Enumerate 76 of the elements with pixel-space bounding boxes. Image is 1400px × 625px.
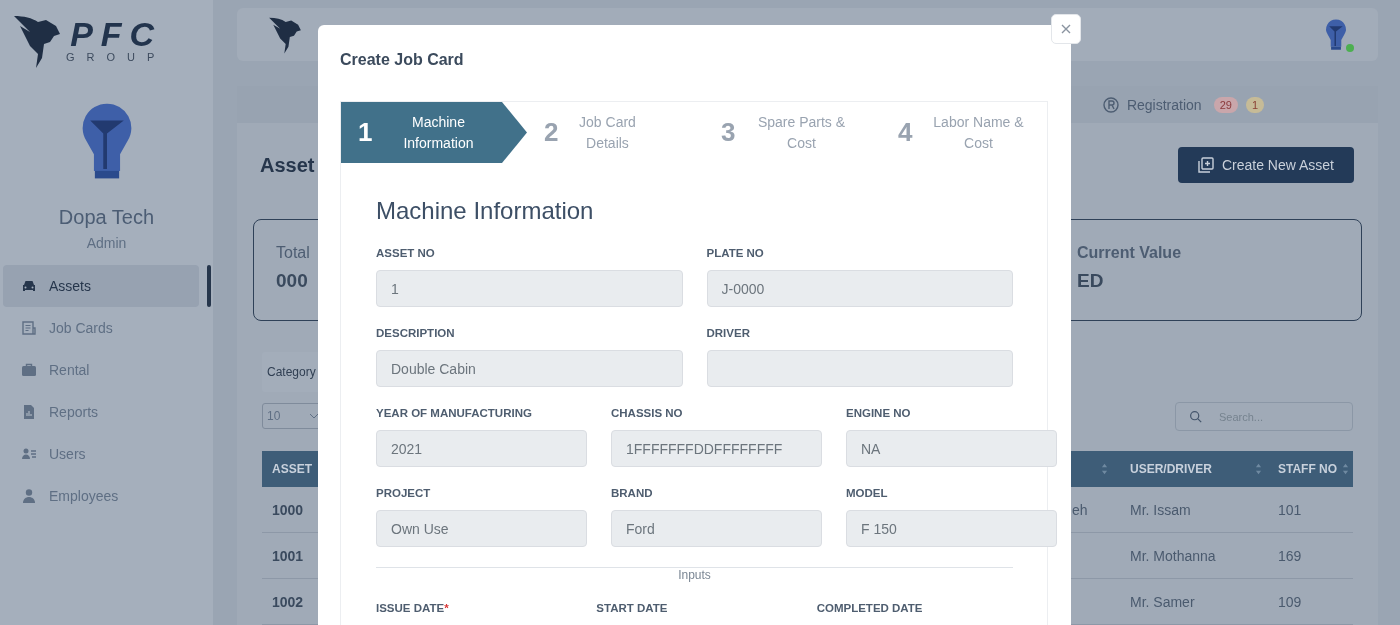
column-header[interactable]: USER/DRIVER <box>1120 462 1268 476</box>
input-field[interactable]: Double Cabin <box>376 350 683 387</box>
add-copy-icon <box>1197 157 1214 173</box>
count-badge: 1 <box>1245 96 1264 113</box>
input-field[interactable]: NA <box>846 430 1057 467</box>
bulb-logo-icon <box>1324 17 1348 52</box>
field-label: PLATE NO <box>706 247 765 259</box>
table-cell-text: Mr. Mothanna <box>1129 547 1217 564</box>
sort-icon[interactable] <box>1342 463 1349 475</box>
field-label: YEAR OF MANUFACTURING <box>376 407 533 419</box>
person-icon <box>21 488 37 504</box>
document-icon <box>21 320 37 336</box>
field-label: BRAND <box>611 487 654 499</box>
field-label: COMPLETED DATE <box>816 602 924 614</box>
wizard-step[interactable]: 4 Labor Name & Cost <box>881 102 1047 163</box>
stat-label: Current Value <box>1077 244 1183 262</box>
table-cell-text: 1000 <box>271 501 304 518</box>
logo-wordmark: PFC <box>70 18 163 50</box>
wizard-step[interactable]: 3 Spare Parts & Cost <box>704 102 881 163</box>
sidebar-item[interactable]: Employees <box>3 475 199 517</box>
registered-icon <box>1102 96 1119 113</box>
sidebar-item[interactable]: Rental <box>3 349 199 391</box>
input-field[interactable]: 1FFFFFFFDDFFFFFFFF <box>611 430 822 467</box>
table-cell-text: 169 <box>1277 547 1303 564</box>
field-label: DESCRIPTION <box>376 327 456 339</box>
page-title: Asset <box>260 153 315 177</box>
field-label: PROJECT <box>376 487 432 499</box>
divider-label: Inputs <box>678 568 711 582</box>
column-header[interactable]: ASSET <box>262 462 312 476</box>
stat-value: ED <box>1077 270 1105 292</box>
table-cell: eh <box>1072 501 1088 518</box>
input-field[interactable]: Ford <box>611 510 822 547</box>
sidebar-item[interactable]: Users <box>3 433 199 475</box>
car-icon <box>21 278 37 294</box>
input-field[interactable]: 1 <box>376 270 683 307</box>
column-header[interactable]: STAFF NO <box>1268 462 1353 476</box>
users-icon <box>21 446 37 462</box>
input-field[interactable]: 2021 <box>376 430 587 467</box>
field-label: ASSET NO <box>376 247 436 259</box>
create-asset-button[interactable]: Create New Asset <box>1177 147 1354 183</box>
briefcase-icon <box>21 362 37 378</box>
field-label: ENGINE NO <box>846 407 912 419</box>
stat-label: Total <box>276 244 310 262</box>
sidebar-item[interactable]: Job Cards <box>3 307 199 349</box>
sort-icon[interactable] <box>1101 463 1108 475</box>
sidebar-item[interactable]: Reports <box>3 391 199 433</box>
close-button[interactable] <box>1051 14 1081 44</box>
sort-icon[interactable] <box>1255 463 1262 475</box>
input-field[interactable]: Own Use <box>376 510 587 547</box>
table-cell-text: Mr. Samer <box>1129 593 1196 610</box>
section-title: Machine Information <box>376 197 595 225</box>
field-label: ISSUE DATE* <box>376 602 450 614</box>
profile-role: Admin <box>86 235 127 251</box>
search-icon <box>1189 410 1202 423</box>
close-icon <box>1060 23 1072 35</box>
report-icon <box>21 404 37 420</box>
table-cell-text: 1002 <box>271 593 304 610</box>
wizard-step[interactable]: 2 Job Card Details <box>527 102 704 163</box>
profile-name: Dopa Tech <box>58 206 155 229</box>
table-cell-text: 109 <box>1277 593 1303 610</box>
dialog-title: Create Job Card <box>340 51 465 70</box>
table-cell-text: Mr. Issam <box>1129 501 1192 518</box>
input-field[interactable]: J-0000 <box>706 270 1013 307</box>
table-cell-text: 1001 <box>271 547 304 564</box>
stat-value: 000 <box>276 270 309 292</box>
registration-tab[interactable]: Registration 29 1 <box>1098 86 1268 123</box>
field-label: START DATE <box>596 602 669 614</box>
logo-tagline: GROUP <box>66 50 167 64</box>
wizard-step[interactable]: 1 Machine Information <box>341 102 527 163</box>
input-field[interactable]: F 150 <box>846 510 1057 547</box>
field-label: MODEL <box>846 487 889 499</box>
input-field[interactable] <box>706 350 1013 387</box>
table-cell-text: 101 <box>1277 501 1303 518</box>
field-label: DRIVER <box>706 327 751 339</box>
field-label: CHASSIS NO <box>611 407 684 419</box>
count-badge: 29 <box>1213 96 1238 113</box>
